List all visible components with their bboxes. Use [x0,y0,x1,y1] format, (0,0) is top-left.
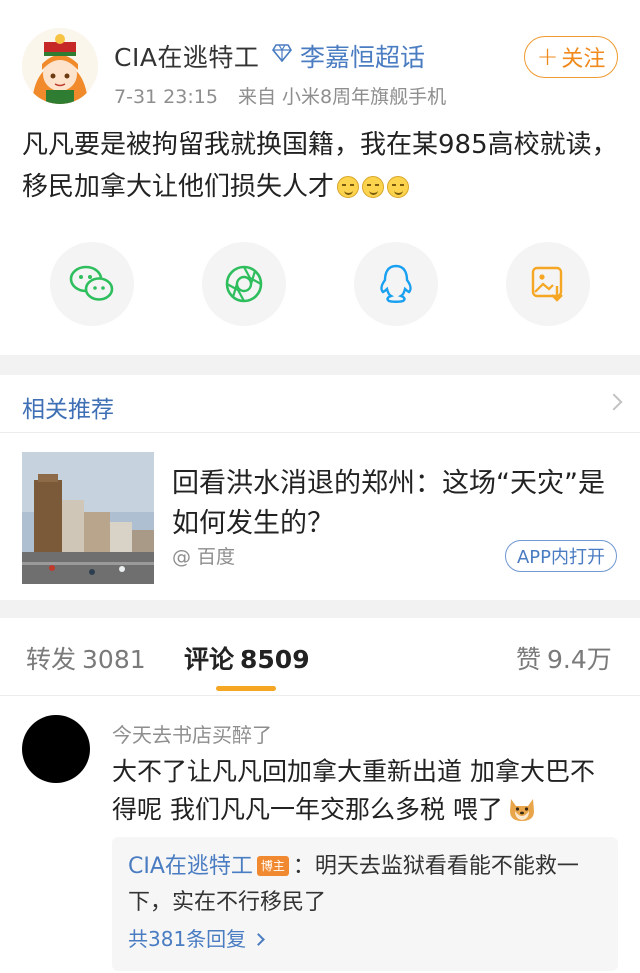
post-time: 7-31 23:15 [114,86,218,108]
share-row [0,242,640,326]
chevron-right-icon [252,933,266,946]
post-text: 凡凡要是被拘留我就换国籍，我在某985高校就读，移民加拿大让他们损失人才 [22,124,622,208]
news-title[interactable]: 回看洪水消退的郑州：这场“天灾”是如何发生的？ [172,464,612,544]
open-in-app-button[interactable]: APP内打开 [505,540,617,572]
weibo-post: CIA在逃特工 李嘉恒超话 7-31 23:15 来自 小米8周年旗舰手机 + … [0,0,640,355]
section-divider [0,600,640,618]
related-recommend-title: 相关推荐 [22,397,114,423]
view-all-replies-label: 共381条回复 [128,927,247,951]
interaction-tabs: 转发 3081 评论 8509 赞 9.4万 [0,618,640,696]
smile-emoji-icon [387,176,410,198]
tab-like-count: 9.4万 [547,645,612,674]
post-text-content: 凡凡要是被拘留我就换国籍，我在某985高校就读，移民加拿大让他们损失人才 [22,130,618,202]
recommend-news-card[interactable]: 回看洪水消退的郑州：这场“天灾”是如何发生的？ @ 百度 APP内打开 [0,434,640,600]
related-recommend-header[interactable]: 相关推荐 [0,375,640,433]
tab-repost[interactable]: 转发 3081 [26,640,146,676]
share-qq-button[interactable] [354,242,438,326]
follow-button[interactable]: + 关注 [524,36,618,78]
comment-item: 今天去书店买醉了 大不了让凡凡回加拿大重新出道 加拿大巴不得呢 我们凡凡一年交那… [0,697,640,973]
reply-username[interactable]: CIA在逃特工 [128,854,253,879]
save-image-icon [531,266,563,302]
save-image-button[interactable] [506,242,590,326]
super-topic-link[interactable]: 李嘉恒超话 [300,38,425,74]
follow-label: 关注 [561,47,606,72]
news-thumbnail [22,452,154,584]
tab-like-label: 赞 [516,645,542,674]
active-tab-indicator [216,686,276,691]
post-meta: 7-31 23:15 来自 小米8周年旗舰手机 [114,82,460,109]
author-badge: 博主 [256,856,289,876]
smile-emoji-icon [362,176,385,198]
plus-icon: + [536,42,559,72]
share-moments-button[interactable] [202,242,286,326]
doge-emoji-icon [509,799,534,821]
tab-comment[interactable]: 评论 8509 [184,640,310,676]
tab-repost-label: 转发 [26,645,77,674]
tab-comment-count: 8509 [240,645,310,674]
smile-emoji-icon [337,176,360,198]
moments-icon [225,265,263,303]
tab-comment-label: 评论 [184,645,235,674]
tab-repost-count: 3081 [82,645,146,674]
chevron-right-icon [605,393,623,411]
comment-text: 大不了让凡凡回加拿大重新出道 加拿大巴不得呢 我们凡凡一年交那么多税 喂了 [112,753,612,829]
news-source: @ 百度 [172,546,236,568]
reply-preview[interactable]: CIA在逃特工 博主 ：明天去监狱看看能不能救一下，实在不行移民了 共381条回复 [112,837,618,971]
commenter-username[interactable]: 今天去书店买醉了 [112,719,272,748]
super-topic-diamond-icon [272,44,292,62]
share-wechat-button[interactable] [50,242,134,326]
qq-icon [380,264,412,303]
wechat-icon [69,265,114,301]
view-all-replies-link[interactable]: 共381条回复 [128,923,266,952]
post-username[interactable]: CIA在逃特工 [114,38,259,74]
commenter-avatar[interactable] [22,715,90,783]
post-source: 来自 小米8周年旗舰手机 [237,86,447,108]
section-divider [0,355,640,375]
user-avatar[interactable] [22,28,98,104]
reply-text: CIA在逃特工 博主 ：明天去监狱看看能不能救一下，实在不行移民了 [128,849,610,921]
tab-like[interactable]: 赞 9.4万 [516,640,612,676]
